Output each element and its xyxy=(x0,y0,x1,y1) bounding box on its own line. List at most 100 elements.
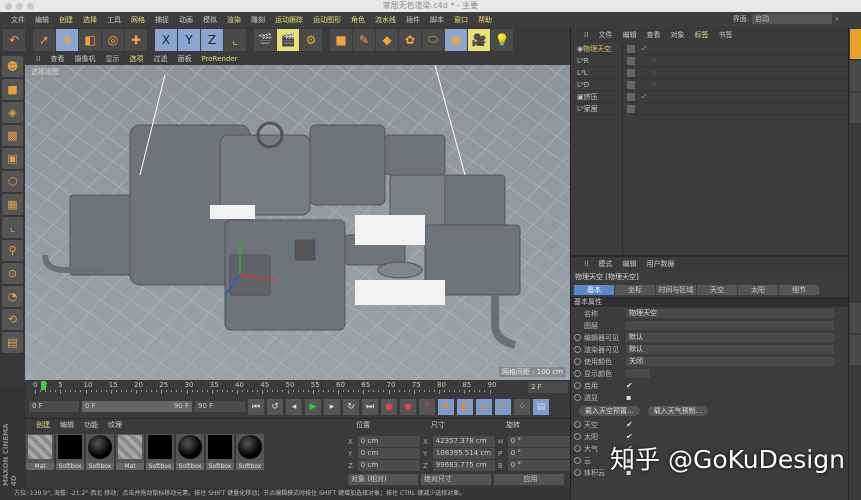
prev-frame-button[interactable]: ◂ xyxy=(286,398,302,415)
attribute-tab[interactable]: 坐标 xyxy=(615,285,655,295)
menu-item[interactable]: 窗口 xyxy=(449,15,473,25)
make-editable-button[interactable]: ☻ xyxy=(2,56,23,77)
animate-radio[interactable] xyxy=(574,346,581,353)
layer-tag[interactable] xyxy=(627,92,635,101)
object-menu-item[interactable]: 查看 xyxy=(641,30,665,40)
menu-item[interactable]: 编辑 xyxy=(30,15,54,25)
playhead[interactable] xyxy=(41,381,46,390)
layer-tag[interactable] xyxy=(627,56,635,65)
model-mode-button[interactable]: ■ xyxy=(2,79,23,100)
light-button[interactable]: 💡 xyxy=(491,28,513,51)
object-name[interactable]: 物理天空 xyxy=(583,44,631,54)
layout-dropdown[interactable]: 启动 xyxy=(752,14,833,24)
key-position-button[interactable]: ✥ xyxy=(438,398,454,415)
viewport-menu-item[interactable]: 摄像机 xyxy=(69,54,100,64)
menu-item[interactable]: 帮助 xyxy=(473,15,497,25)
animate-radio[interactable] xyxy=(574,469,581,476)
subdivision-button[interactable]: ◆ xyxy=(376,28,398,51)
attribute-value[interactable]: 物理天空 xyxy=(626,309,834,318)
prev-key-button[interactable]: ↺ xyxy=(267,398,283,415)
attribute-tab[interactable]: 时间与区域 xyxy=(656,285,696,295)
menu-item[interactable]: 模拟 xyxy=(198,15,222,25)
object-menu-item[interactable]: 书签 xyxy=(713,30,737,40)
menu-item[interactable]: 选择 xyxy=(78,15,102,25)
side-tab-layers[interactable] xyxy=(850,335,861,365)
object-menu-item[interactable]: 对象 xyxy=(665,30,689,40)
next-key-button[interactable]: ↻ xyxy=(343,398,359,415)
size-mode-dropdown[interactable]: 绝对尺寸 xyxy=(421,474,491,485)
material-tab[interactable]: 纹理 xyxy=(103,420,127,430)
menu-item[interactable]: 文件 xyxy=(6,15,30,25)
animate-radio[interactable] xyxy=(574,457,581,464)
enable-axis-button[interactable]: ◔ xyxy=(2,286,23,307)
object-name[interactable]: R xyxy=(584,57,632,65)
search-icon[interactable]: ⌕ xyxy=(835,15,839,24)
animate-radio[interactable] xyxy=(574,370,581,377)
checkbox[interactable]: ✔ xyxy=(626,381,633,390)
locked-workplane-button[interactable]: ⟲ xyxy=(2,309,23,330)
polygons-mode-button[interactable]: ▦ xyxy=(2,194,23,215)
side-tab-content-browser[interactable] xyxy=(850,93,861,123)
menu-item[interactable]: 运动图形 xyxy=(308,15,346,25)
viewport-menu-item[interactable]: 过滤 xyxy=(148,54,172,64)
object-menu-item[interactable]: 文件 xyxy=(593,30,617,40)
attribute-value[interactable] xyxy=(626,369,650,378)
object-name[interactable]: D xyxy=(584,81,632,89)
viewport-3d[interactable]: 透视视图 网格间距 : 100 cm xyxy=(25,65,570,380)
workplane-button[interactable]: ▩ xyxy=(2,125,23,146)
render-view-button[interactable]: 🎬 xyxy=(254,28,276,51)
checkbox[interactable]: ▪ xyxy=(626,393,631,402)
attribute-tab[interactable]: 太阳 xyxy=(738,285,778,295)
menu-item[interactable]: 动画 xyxy=(174,15,198,25)
timeline-ruler[interactable]: 0251015202530354045505560657075808590 2 … xyxy=(25,380,570,395)
timeline-window-button[interactable]: ▤ xyxy=(533,398,549,415)
load-preset-button[interactable]: 载入天气预制... xyxy=(647,406,709,416)
attribute-value[interactable]: 默认 xyxy=(626,345,834,354)
texture-mode-button[interactable]: ◈ xyxy=(2,102,23,123)
object-menu-item[interactable]: 编辑 xyxy=(617,30,641,40)
animate-radio[interactable] xyxy=(574,421,581,428)
menu-item[interactable]: 流水线 xyxy=(370,15,401,25)
end-frame-field[interactable]: 90 F xyxy=(195,401,245,412)
enabled-check-icon[interactable]: ✓ xyxy=(641,44,648,53)
object-name[interactable]: 家居 xyxy=(584,104,632,114)
viewport-menu-item[interactable]: 选项 xyxy=(124,54,148,64)
object-row[interactable]: L⁰ R ⁘ xyxy=(571,55,848,67)
animate-radio[interactable] xyxy=(574,334,581,341)
material-swatch[interactable]: Mat xyxy=(116,434,144,470)
minimize-window-button[interactable] xyxy=(16,3,23,10)
next-frame-button[interactable]: ▸ xyxy=(324,398,340,415)
animate-radio[interactable] xyxy=(574,394,581,401)
start-frame-field[interactable]: 0 F xyxy=(29,401,79,412)
play-button[interactable]: ▶ xyxy=(305,398,321,415)
tweak-mode-button[interactable]: ⚲ xyxy=(2,240,23,261)
scale-button[interactable]: ◧ xyxy=(79,28,101,51)
solo-button[interactable]: ▤ xyxy=(2,332,23,353)
record-keys-button[interactable]: ● xyxy=(381,398,397,415)
material-swatch[interactable]: Softbox xyxy=(86,434,114,470)
attribute-menu-item[interactable]: 模式 xyxy=(593,259,617,269)
go-to-start-button[interactable]: ⏮ xyxy=(248,398,264,415)
cloner-button[interactable]: ✿ xyxy=(399,28,421,51)
menu-item[interactable]: 运动跟踪 xyxy=(270,15,308,25)
side-tab-takes[interactable] xyxy=(850,61,861,91)
pen-button[interactable]: ✎ xyxy=(353,28,375,51)
enabled-check-icon[interactable]: ✓ xyxy=(641,92,648,101)
layer-tag[interactable] xyxy=(627,44,635,53)
range-slider[interactable]: 0 F 90 F xyxy=(82,401,192,412)
animate-radio[interactable] xyxy=(574,358,581,365)
attribute-tab[interactable]: 细节 xyxy=(779,285,819,295)
material-swatch[interactable]: Softbox xyxy=(236,434,264,470)
key-scale-button[interactable]: ◧ xyxy=(457,398,473,415)
maximize-window-button[interactable] xyxy=(27,3,34,10)
viewport-menu-item[interactable]: ProRender xyxy=(196,55,242,63)
object-name[interactable]: L xyxy=(584,69,632,77)
camera-button[interactable]: 🎥 xyxy=(468,28,490,51)
rot-field[interactable]: 0 ° xyxy=(507,436,570,447)
material-tab[interactable]: 编辑 xyxy=(55,420,79,430)
apply-button[interactable]: 应用 xyxy=(494,474,564,485)
menu-item[interactable]: 雕刻 xyxy=(246,15,270,25)
material-swatch[interactable]: Softbox xyxy=(176,434,204,470)
side-tab-objects[interactable] xyxy=(850,29,861,59)
layer-tag[interactable] xyxy=(627,104,635,113)
